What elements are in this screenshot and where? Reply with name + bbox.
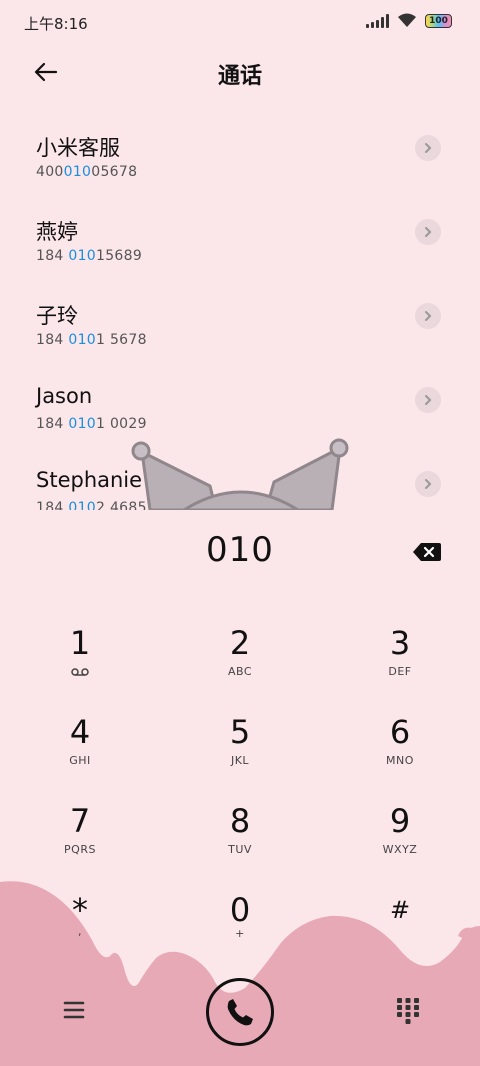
key-7[interactable]: 7 PQRS [20, 802, 140, 882]
menu-icon [63, 1001, 85, 1019]
key-digit: 7 [69, 802, 91, 840]
call-button[interactable] [206, 978, 274, 1046]
wifi-icon [398, 13, 416, 27]
key-9[interactable]: 9 WXYZ [340, 802, 460, 882]
key-letters: DEF [388, 665, 412, 678]
contact-name: 子玲 [36, 304, 78, 328]
backspace-icon [413, 543, 441, 561]
contact-name: 小米客服 [36, 136, 120, 160]
key-digit: 5 [229, 713, 251, 751]
header: 通话 [0, 50, 480, 94]
key-5[interactable]: 5 JKL [180, 713, 300, 793]
key-digit: 0 [229, 891, 251, 929]
contact-number: 184 0101 0029 [36, 416, 147, 432]
key-digit: 4 [69, 713, 91, 751]
contact-number: 184 01015689 [36, 248, 143, 264]
character-decoration [131, 438, 349, 510]
key-letters: + [235, 927, 245, 940]
contact-name: 燕婷 [36, 220, 78, 244]
key-digit: 9 [389, 802, 411, 840]
key-6[interactable]: 6 MNO [340, 713, 460, 793]
contact-item[interactable]: 小米客服 40001005678 [0, 106, 480, 190]
contact-detail-button[interactable] [415, 219, 441, 245]
keypad-toggle-button[interactable] [394, 996, 422, 1026]
key-hash[interactable]: # [340, 891, 460, 971]
key-2[interactable]: 2 ABC [180, 624, 300, 704]
key-letters: GHI [69, 754, 91, 767]
key-digit: 3 [389, 624, 411, 662]
key-digit: # [389, 896, 411, 924]
contact-detail-button[interactable] [415, 471, 441, 497]
contact-detail-button[interactable] [415, 387, 441, 413]
chevron-right-icon [425, 227, 432, 237]
contact-name: Jason [36, 384, 93, 408]
key-4[interactable]: 4 GHI [20, 713, 140, 793]
key-star[interactable]: * , [20, 891, 140, 971]
key-letters: WXYZ [382, 843, 418, 856]
contact-number: 40001005678 [36, 164, 138, 180]
key-letters: TUV [228, 843, 252, 856]
key-digit: 8 [229, 802, 251, 840]
key-letters: ABC [227, 665, 253, 678]
chevron-right-icon [425, 311, 432, 321]
key-digit: 2 [229, 624, 251, 662]
key-1[interactable]: 1 [20, 624, 140, 704]
signal-icon [366, 13, 389, 28]
key-letters: , [78, 925, 82, 938]
status-time: 上午8:16 [24, 15, 88, 33]
key-0[interactable]: 0 + [180, 891, 300, 971]
chevron-right-icon [425, 479, 432, 489]
status-bar: 上午8:16 100 [0, 0, 480, 44]
contact-item[interactable]: Jason 184 0101 0029 [0, 358, 480, 442]
contact-name: Stephanie [36, 468, 143, 492]
dialpad-icon [397, 998, 419, 1024]
key-letters: MNO [386, 754, 414, 767]
phone-icon [227, 999, 253, 1026]
chevron-right-icon [425, 143, 432, 153]
key-digit: 6 [389, 713, 411, 751]
battery-icon: 100 [425, 13, 452, 28]
key-digit: 1 [69, 624, 91, 662]
contact-item[interactable]: 子玲 184 0101 5678 [0, 274, 480, 358]
key-8[interactable]: 8 TUV [180, 802, 300, 882]
contact-detail-button[interactable] [415, 303, 441, 329]
menu-button[interactable] [60, 996, 88, 1024]
contact-detail-button[interactable] [415, 135, 441, 161]
status-icons: 100 [366, 13, 452, 28]
key-letters: PQRS [64, 843, 96, 856]
chevron-right-icon [425, 395, 432, 405]
dial-input[interactable]: 010 [0, 530, 480, 570]
key-digit: * [72, 891, 88, 929]
contact-item[interactable]: 燕婷 184 01015689 [0, 190, 480, 274]
key-letters: JKL [230, 754, 250, 767]
contact-number: 184 0101 5678 [36, 332, 147, 348]
backspace-button[interactable] [412, 541, 442, 563]
voicemail-icon [71, 668, 89, 676]
key-3[interactable]: 3 DEF [340, 624, 460, 704]
page-title: 通话 [217, 64, 262, 89]
